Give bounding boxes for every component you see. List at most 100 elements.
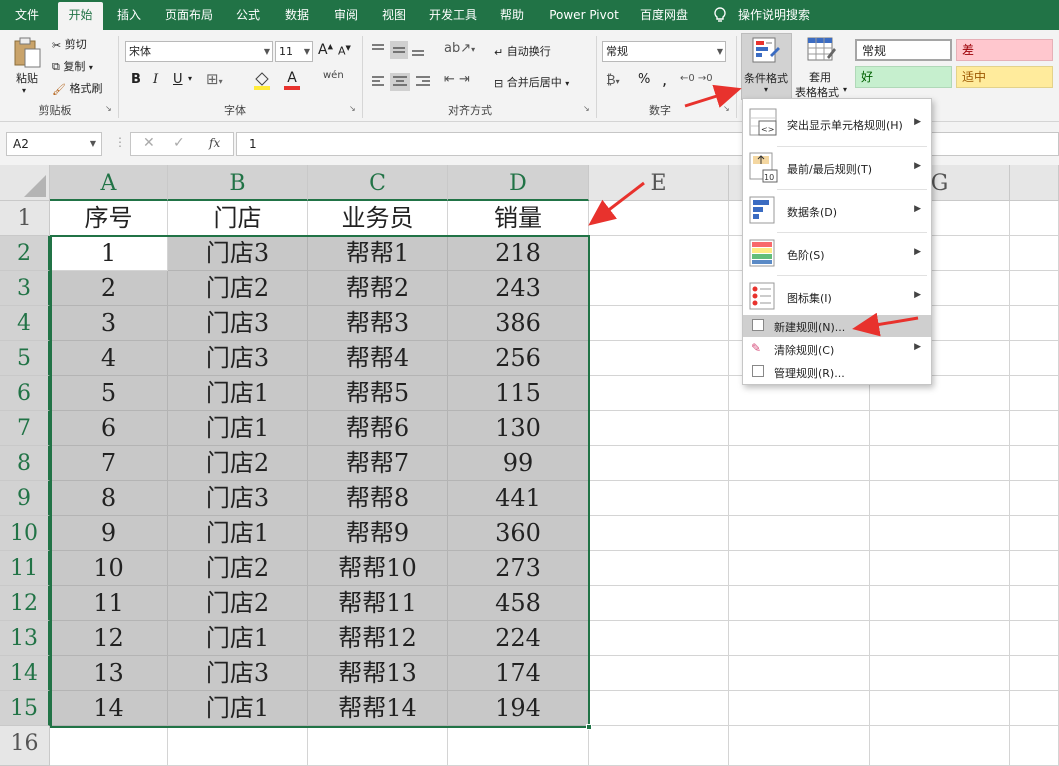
cell[interactable]: 13 [50,656,168,691]
bold-button[interactable]: B [131,72,141,87]
cell[interactable]: 门店2 [168,551,308,586]
cell[interactable]: 帮帮10 [308,551,448,586]
clipboard-launcher-icon[interactable]: ↘ [105,104,112,113]
fill-color-button[interactable] [252,70,272,93]
tab-view[interactable]: 视图 [374,0,414,30]
tab-page-layout[interactable]: 页面布局 [158,0,220,30]
cell[interactable] [1010,516,1059,551]
row-header[interactable]: 12 [0,586,50,621]
cell[interactable] [1010,411,1059,446]
cell[interactable] [870,586,1010,621]
conditional-formatting-button[interactable]: 条件格式 ▾ [741,33,792,100]
cell[interactable] [589,586,729,621]
cell[interactable]: 门店1 [168,621,308,656]
cell[interactable] [1010,551,1059,586]
alignment-launcher-icon[interactable]: ↘ [583,104,590,113]
cell[interactable]: 99 [448,446,589,481]
tab-home[interactable]: 开始 [58,2,103,30]
cell[interactable]: 帮帮3 [308,306,448,341]
cell[interactable]: 218 [448,236,589,271]
cell[interactable] [870,446,1010,481]
merge-center-button[interactable]: ⊟ 合并后居中 ▾ [494,74,569,90]
underline-dropdown[interactable]: ▾ [188,74,192,83]
format-painter-button[interactable]: 🖌 格式刷 [52,80,102,96]
cell[interactable] [308,726,448,766]
tab-baidu-netdisk[interactable]: 百度网盘 [632,0,696,30]
cell[interactable]: 门店3 [168,656,308,691]
cell[interactable]: 386 [448,306,589,341]
cell[interactable] [729,586,870,621]
cell[interactable]: 7 [50,446,168,481]
cell[interactable]: 帮帮7 [308,446,448,481]
cell[interactable] [729,656,870,691]
tab-developer[interactable]: 开发工具 [422,0,484,30]
fill-handle[interactable] [586,724,592,730]
horizontal-align-buttons[interactable] [370,72,434,92]
cell[interactable] [1010,621,1059,656]
menu-clear-rules[interactable]: ✎ 清除规则(C) ▶ [743,338,931,360]
cell[interactable]: 帮帮6 [308,411,448,446]
cell[interactable] [729,551,870,586]
cell[interactable]: 360 [448,516,589,551]
cell[interactable]: 门店1 [168,376,308,411]
cell[interactable]: 帮帮2 [308,271,448,306]
row-header[interactable]: 13 [0,621,50,656]
drag-handle-icon[interactable]: ⋮ [114,135,126,149]
cell[interactable]: 4 [50,341,168,376]
vertical-align-buttons[interactable] [370,40,430,60]
row-header[interactable]: 5 [0,341,50,376]
cell[interactable]: 门店2 [168,271,308,306]
format-as-table-button[interactable]: 套用 表格格式 ▾ [795,35,850,99]
cell[interactable]: 243 [448,271,589,306]
row-header[interactable]: 2 [0,236,50,271]
cell[interactable] [1010,691,1059,726]
header-cell[interactable]: 销量 [448,201,589,236]
cell[interactable] [1010,236,1059,271]
underline-button[interactable]: U [173,72,183,87]
cell[interactable] [870,621,1010,656]
tell-me-search[interactable]: 操作说明搜索 [736,0,812,30]
comma-button[interactable]: , [662,70,667,89]
cell[interactable] [589,516,729,551]
cell[interactable] [870,691,1010,726]
column-header[interactable]: C [308,165,448,201]
orientation-icon[interactable]: ab↗▾ [444,41,475,56]
tab-power-pivot[interactable]: Power Pivot [544,0,624,30]
menu-data-bars[interactable]: 数据条(D) ▶ [743,190,931,232]
row-header[interactable]: 8 [0,446,50,481]
column-header[interactable] [1010,165,1059,201]
cell[interactable] [448,726,589,766]
cell[interactable]: 1 [50,236,168,271]
font-launcher-icon[interactable]: ↘ [349,104,356,113]
decimal-icon[interactable]: ←0 →0 [680,73,713,84]
row-header[interactable]: 1 [0,201,50,236]
cell[interactable] [729,481,870,516]
row-header[interactable]: 11 [0,551,50,586]
cell[interactable] [870,516,1010,551]
style-bad[interactable]: 差 [956,39,1053,61]
row-header[interactable]: 7 [0,411,50,446]
italic-button[interactable]: I [153,72,158,87]
cell[interactable] [870,551,1010,586]
font-name-select[interactable]: 宋体 ▼ [125,41,273,62]
cell[interactable] [1010,481,1059,516]
font-size-select[interactable]: 11 ▼ [275,41,313,62]
header-cell[interactable]: 业务员 [308,201,448,236]
column-header[interactable]: A [50,165,168,201]
cell[interactable] [1010,306,1059,341]
cell[interactable]: 174 [448,656,589,691]
column-header[interactable]: E [589,165,729,201]
cell[interactable] [1010,446,1059,481]
cell[interactable]: 273 [448,551,589,586]
style-good[interactable]: 好 [855,66,952,88]
cell[interactable] [168,726,308,766]
tab-formulas[interactable]: 公式 [228,0,268,30]
select-all-button[interactable] [0,165,50,201]
cell[interactable] [589,481,729,516]
cell[interactable]: 帮帮13 [308,656,448,691]
row-header[interactable]: 15 [0,691,50,726]
tab-data[interactable]: 数据 [277,0,317,30]
cell[interactable] [589,236,729,271]
row-header[interactable]: 3 [0,271,50,306]
cell[interactable]: 256 [448,341,589,376]
